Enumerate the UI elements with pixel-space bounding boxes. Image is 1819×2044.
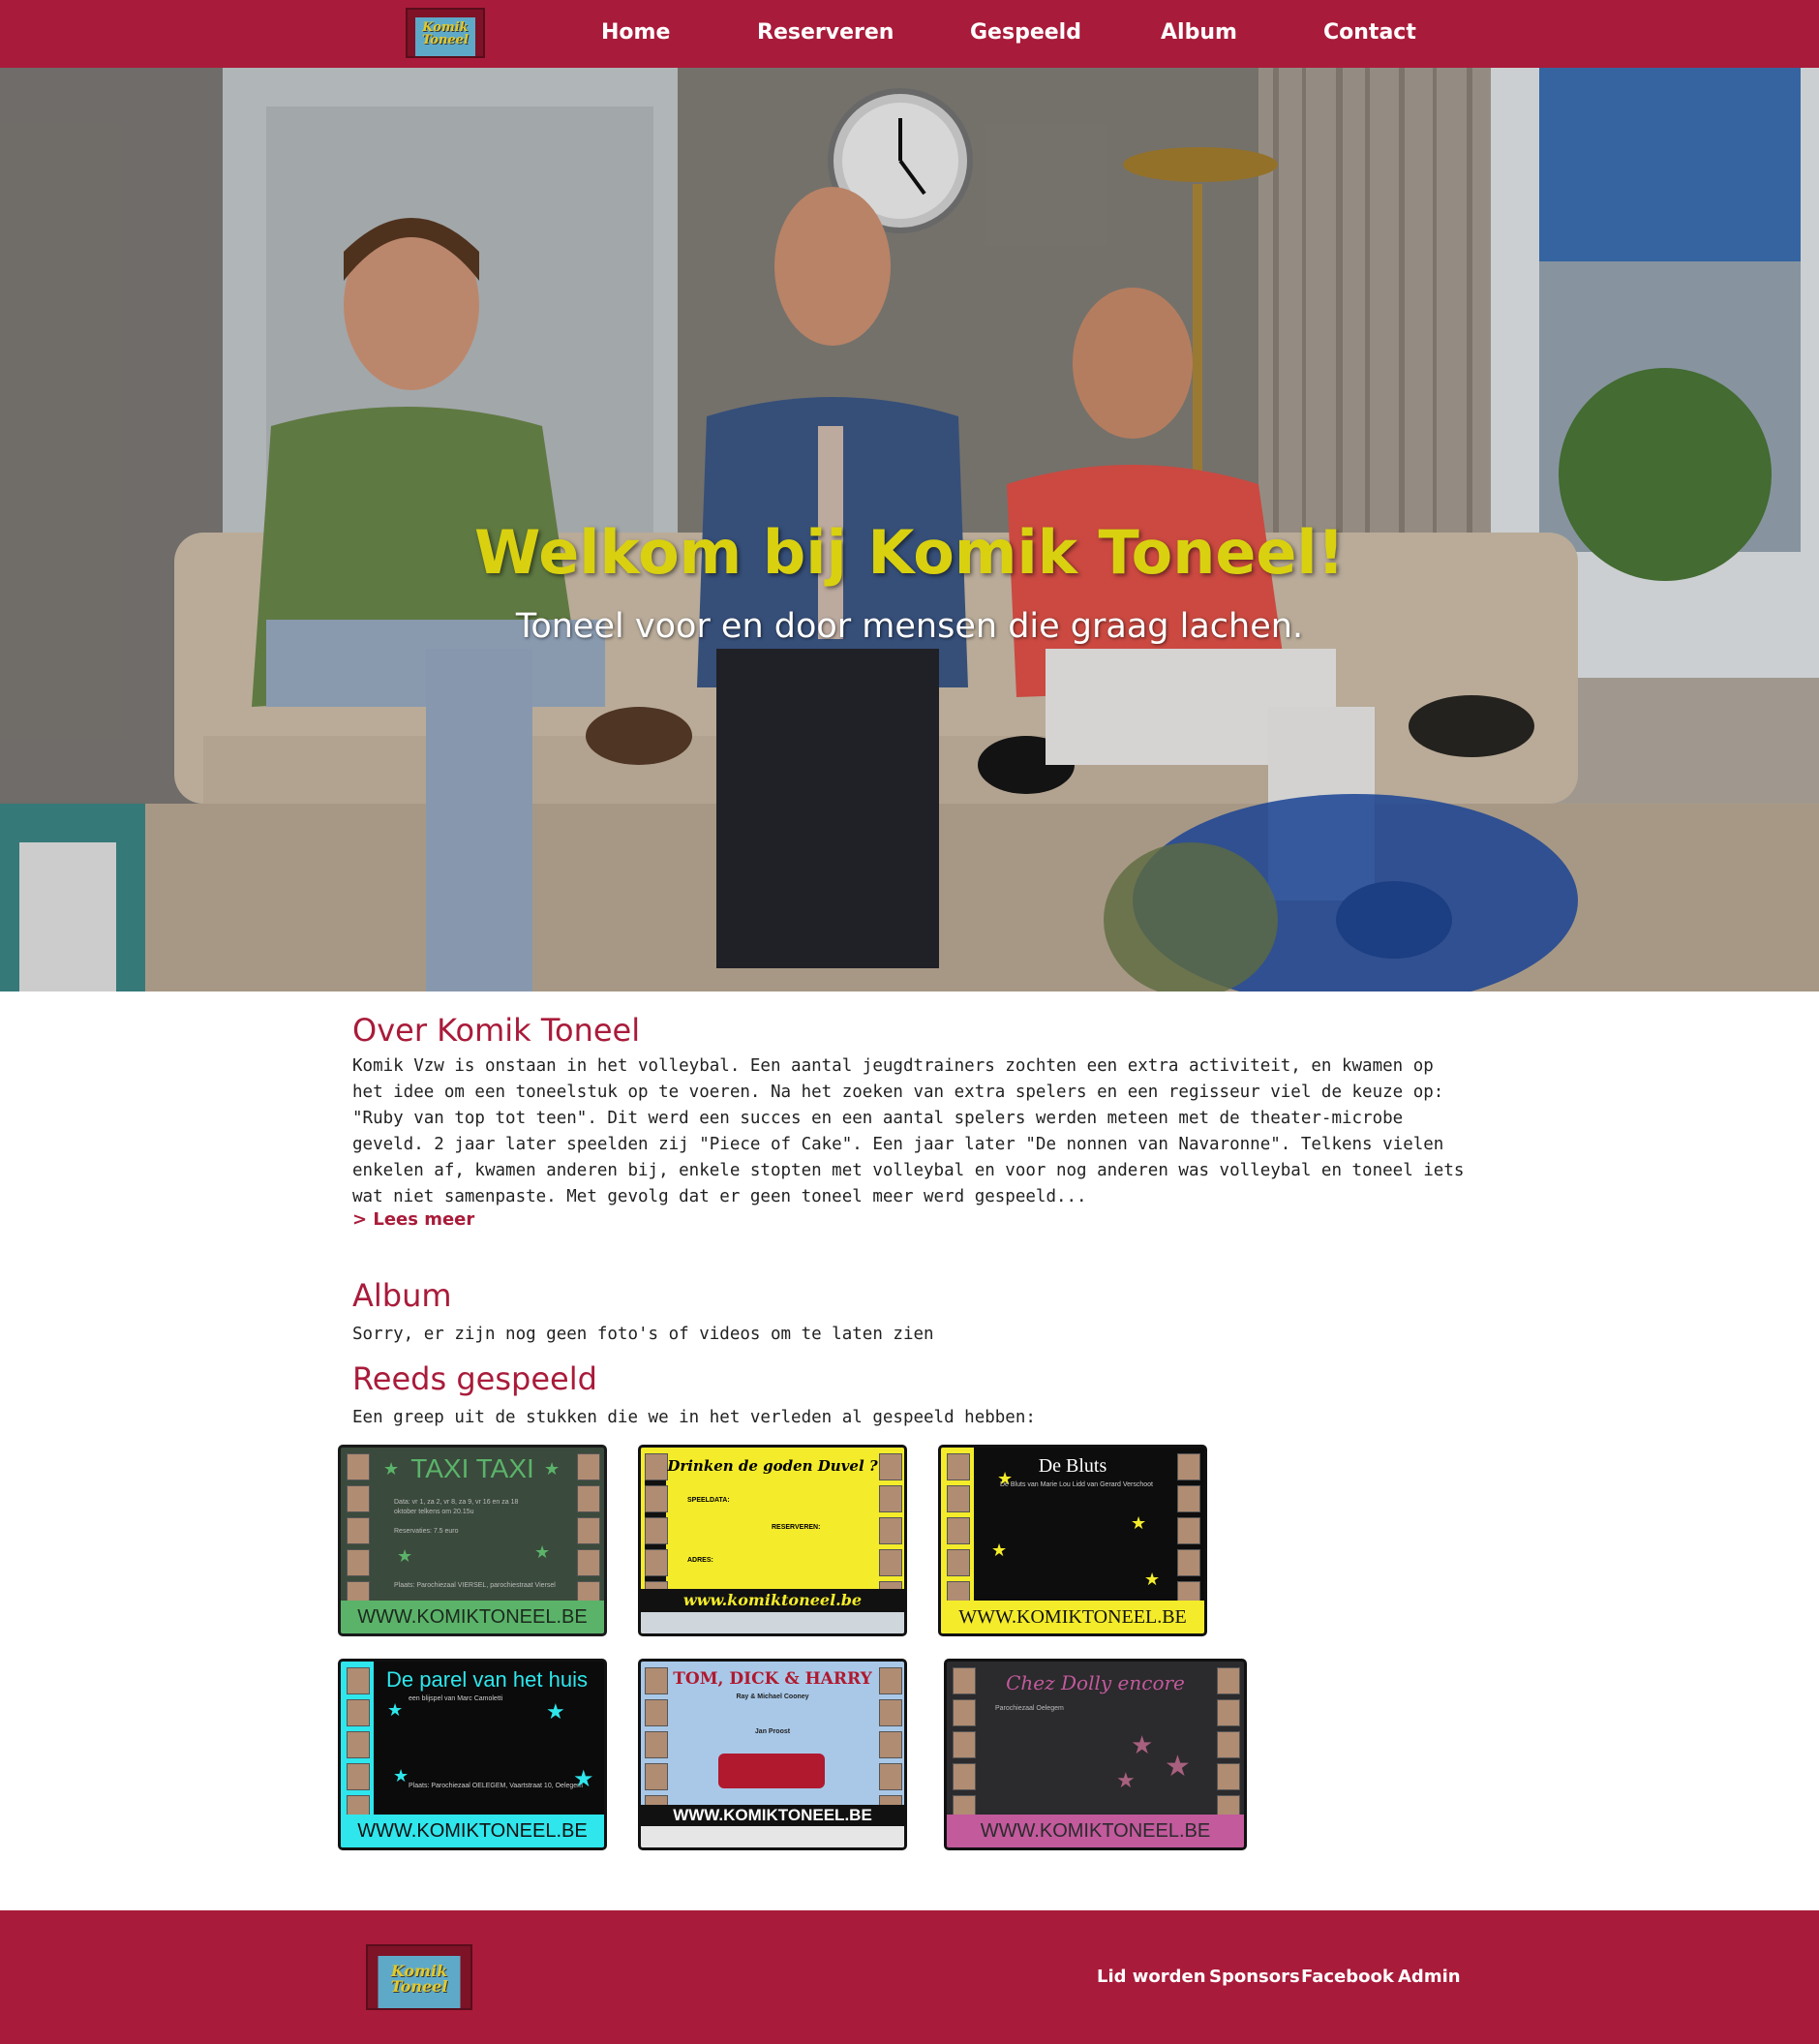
poster-subtitle: een blijspel van Marc Camoletti bbox=[409, 1695, 503, 1702]
sponsor-strip bbox=[641, 1826, 904, 1847]
played-intro: Een greep uit de stukken die we in het v… bbox=[352, 1408, 1036, 1427]
actor-photos-right bbox=[879, 1667, 902, 1827]
poster-subtitle: Parochiezaal Oelegem bbox=[995, 1705, 1064, 1712]
poster-website: WWW.KOMIKTONEEL.BE bbox=[641, 1805, 904, 1826]
poster-de-bluts[interactable]: De Bluts De Bluts van Marie Lou Lidd van… bbox=[938, 1445, 1207, 1636]
star-icon: ★ bbox=[1131, 1731, 1154, 1760]
hero-subtitle: Toneel voor en door mensen die graag lac… bbox=[515, 607, 1304, 646]
poster-taxi-taxi[interactable]: TAXI TAXI Data: vr 1, za 2, vr 8, za 9, … bbox=[338, 1445, 607, 1636]
nav-album-link[interactable]: Album bbox=[1161, 20, 1237, 45]
star-icon: ★ bbox=[1131, 1513, 1147, 1534]
star-icon: ★ bbox=[546, 1700, 565, 1724]
star-icon: ★ bbox=[544, 1459, 561, 1480]
poster-reserveren: RESERVEREN: bbox=[772, 1524, 821, 1531]
star-icon: ★ bbox=[1144, 1570, 1161, 1590]
read-more-link[interactable]: > Lees meer bbox=[352, 1209, 474, 1230]
poster-subtitle: De Bluts van Marie Lou Lidd van Gerard V… bbox=[1000, 1481, 1153, 1488]
poster-title: Chez Dolly encore bbox=[1006, 1671, 1185, 1694]
hero-title: Welkom bij Komik Toneel! bbox=[474, 517, 1345, 588]
star-icon: ★ bbox=[383, 1459, 400, 1480]
poster-website: WWW.KOMIKTONEEL.BE bbox=[341, 1815, 604, 1847]
poster-website: WWW.KOMIKTONEEL.BE bbox=[941, 1601, 1204, 1633]
actor-photos-left bbox=[347, 1667, 370, 1827]
poster-drinken-de-goden-duvel[interactable]: Drinken de goden Duvel ? SPEELDATA: RESE… bbox=[638, 1445, 907, 1636]
site-logo[interactable]: Komik Toneel bbox=[406, 8, 485, 58]
nav-gespeeld-link[interactable]: Gespeeld bbox=[970, 20, 1081, 45]
poster-title: De Bluts bbox=[1038, 1455, 1107, 1477]
sponsor-strip bbox=[641, 1612, 904, 1633]
poster-dates: Data: vr 1, za 2, vr 8, za 9, vr 16 en z… bbox=[394, 1499, 519, 1515]
nav-contact-link[interactable]: Contact bbox=[1323, 20, 1416, 45]
poster-title: Drinken de goden Duvel ? bbox=[667, 1457, 878, 1475]
poster-director: Jan Proost bbox=[754, 1728, 791, 1735]
footer-logo[interactable]: Komik Toneel bbox=[366, 1944, 472, 2010]
star-icon: ★ bbox=[991, 1541, 1008, 1561]
poster-chez-dolly-encore[interactable]: Chez Dolly encore Parochiezaal Oelegem ★… bbox=[944, 1659, 1247, 1850]
poster-title: De parel van het huis bbox=[386, 1667, 588, 1692]
poster-website: WWW.KOMIKTONEEL.BE bbox=[947, 1815, 1244, 1847]
footer-lid-worden-link[interactable]: Lid worden bbox=[1097, 1967, 1206, 1987]
poster-de-parel-van-het-huis[interactable]: De parel van het huis een blijspel van M… bbox=[338, 1659, 607, 1850]
star-icon: ★ bbox=[387, 1700, 404, 1721]
star-icon: ★ bbox=[534, 1542, 551, 1563]
poster-website: WWW.KOMIKTONEEL.BE bbox=[341, 1601, 604, 1633]
album-empty-text: Sorry, er zijn nog geen foto's of videos… bbox=[352, 1325, 934, 1344]
about-text: Komik Vzw is onstaan in het volleybal. E… bbox=[352, 1056, 1465, 1206]
footer-admin-link[interactable]: Admin bbox=[1398, 1967, 1461, 1987]
curtain-decoration bbox=[408, 10, 483, 17]
footer-logo-text: Komik Toneel bbox=[390, 1962, 448, 1996]
sofa-illustration bbox=[718, 1754, 825, 1788]
played-title: Reeds gespeeld bbox=[352, 1360, 597, 1397]
poster-title: TOM, DICK & HARRY bbox=[673, 1669, 872, 1689]
nav-reserveren-link[interactable]: Reserveren bbox=[757, 20, 894, 45]
poster-website: www.komiktoneel.be bbox=[641, 1589, 904, 1612]
poster-authors: Ray & Michael Cooney bbox=[736, 1693, 809, 1700]
actor-photos-left bbox=[645, 1667, 668, 1827]
nav-home-link[interactable]: Home bbox=[601, 20, 670, 45]
star-icon: ★ bbox=[1116, 1769, 1136, 1793]
footer-sponsors-link[interactable]: Sponsors bbox=[1209, 1967, 1300, 1987]
album-title: Album bbox=[352, 1277, 452, 1314]
poster-tom-dick-harry[interactable]: TOM, DICK & HARRY Ray & Michael Cooney J… bbox=[638, 1659, 907, 1850]
star-icon: ★ bbox=[1165, 1750, 1191, 1784]
logo-text: Komik Toneel bbox=[422, 20, 469, 47]
footer-facebook-link[interactable]: Facebook bbox=[1301, 1967, 1394, 1987]
star-icon: ★ bbox=[997, 1469, 1014, 1489]
star-icon: ★ bbox=[573, 1765, 594, 1792]
site-footer: Komik Toneel Lid worden Sponsors Faceboo… bbox=[0, 1910, 1819, 2044]
curtain-decoration bbox=[368, 1946, 470, 1956]
star-icon: ★ bbox=[397, 1546, 413, 1567]
hero-banner: Welkom bij Komik Toneel! Toneel voor en … bbox=[0, 68, 1819, 991]
poster-adres: ADRES: bbox=[687, 1557, 713, 1564]
top-navigation-bar: Komik Toneel Home Reserveren Gespeeld Al… bbox=[0, 0, 1819, 68]
poster-place: Plaats: Parochiezaal VIERSEL, parochiest… bbox=[394, 1582, 556, 1589]
about-title: Over Komik Toneel bbox=[352, 1012, 641, 1049]
star-icon: ★ bbox=[393, 1766, 409, 1786]
poster-title: TAXI TAXI bbox=[410, 1453, 534, 1483]
poster-reservations: Reservaties: 7.5 euro bbox=[394, 1528, 459, 1535]
poster-speeldata: SPEELDATA: bbox=[687, 1497, 730, 1504]
